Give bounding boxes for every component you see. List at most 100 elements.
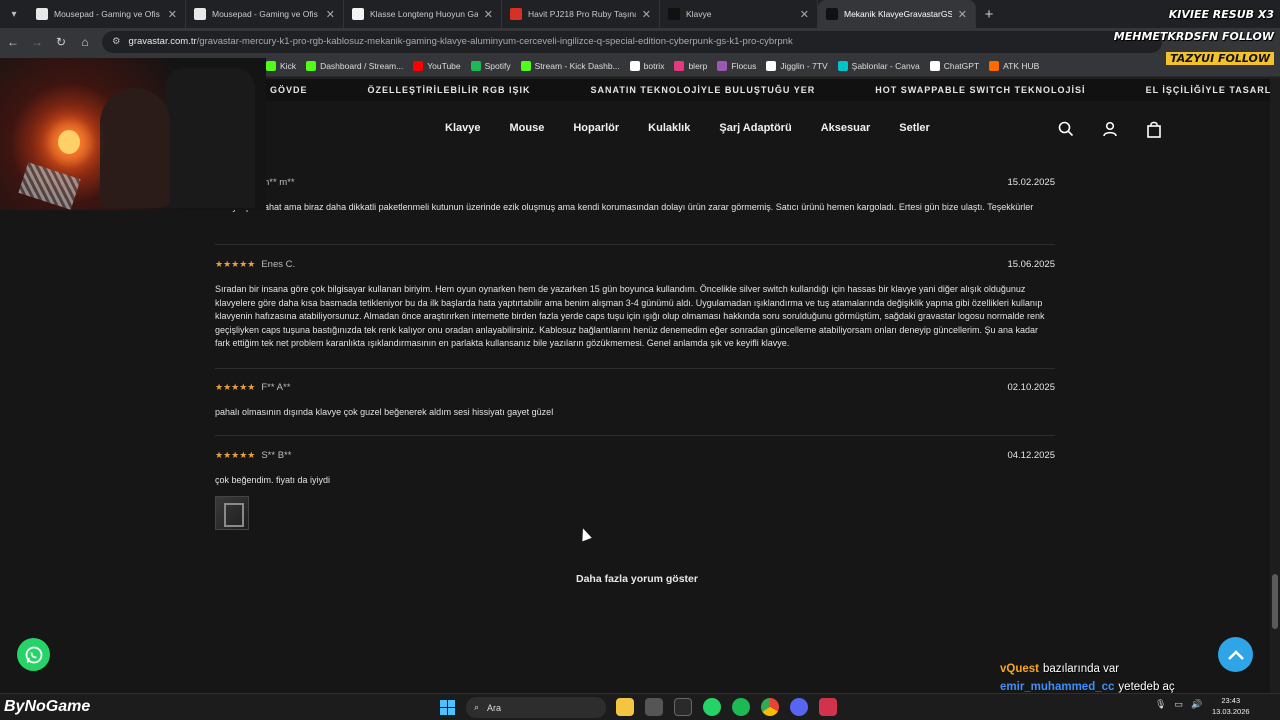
tab-title: Havit PJ218 Pro Ruby Taşınabilir	[528, 9, 636, 19]
close-tab-icon[interactable]: ✕	[958, 8, 967, 21]
scrollbar-thumb[interactable]	[1272, 574, 1278, 629]
close-tab-icon[interactable]: ✕	[484, 8, 493, 21]
bookmark-label: ChatGPT	[943, 60, 980, 71]
browser-tab-bar: ▾ Mousepad - Gaming ve Ofis Mo✕Mousepad …	[0, 0, 1280, 28]
scroll-to-top-button[interactable]	[1218, 637, 1253, 672]
tab-title: Mekanik KlavyeGravastarGS-K1	[844, 9, 952, 19]
nav-link[interactable]: Aksesuar	[821, 122, 871, 134]
show-more-reviews-button[interactable]: Daha fazla yorum göster	[576, 573, 698, 585]
url-path: /gravastar-mercury-k1-pro-rgb-kablosuz-m…	[196, 36, 793, 47]
windows-start-icon[interactable]	[440, 700, 455, 715]
nav-link[interactable]: Mouse	[509, 122, 544, 134]
tab-favicon-icon	[36, 8, 48, 20]
tab-title: Mousepad - Gaming ve Ofis Mo	[54, 9, 162, 19]
nav-link[interactable]: Klavye	[445, 122, 480, 134]
pinned-app-icon[interactable]	[819, 698, 837, 716]
bookmark-item[interactable]: Dashboard / Stream...	[306, 60, 403, 71]
main-nav: Klavye Mouse Hoparlör Kulaklık Şarj Adaptörü…	[445, 122, 930, 134]
bookmark-item[interactable]: ATK HUB	[989, 60, 1040, 71]
address-bar[interactable]: ⚙ gravastar.com.tr/gravastar-mercury-k1-…	[102, 30, 1162, 53]
nav-link[interactable]: Kulaklık	[648, 122, 690, 134]
bookmark-item[interactable]: ChatGPT	[929, 60, 980, 71]
bookmark-item[interactable]: Flocus	[717, 60, 757, 71]
cart-icon[interactable]	[1146, 121, 1164, 139]
review-date: 04.12.2025	[1007, 450, 1055, 461]
whatsapp-chat-button[interactable]	[17, 638, 50, 671]
nav-link[interactable]: Setler	[899, 122, 930, 134]
tab-favicon-icon	[826, 8, 838, 20]
nav-link[interactable]: Hoparlör	[573, 122, 619, 134]
volume-icon[interactable]: 🔊	[1191, 699, 1202, 710]
bookmark-label: botrix	[643, 60, 665, 71]
review-photo-thumbnail[interactable]	[215, 495, 249, 530]
reload-icon[interactable]: ↻	[54, 35, 68, 49]
account-icon[interactable]	[1102, 121, 1120, 139]
obs-app-icon[interactable]	[674, 698, 692, 716]
stream-tag: MEHMETKRDSFN FOLLOW	[1113, 30, 1274, 43]
reviews-section: ★★★★★ m** m** 15.02.2025 Klavye çok rahat…	[0, 163, 1270, 693]
lamp-light	[58, 130, 80, 154]
browser-tab[interactable]: Mousepad - Gaming ve Ofis Mo ✕	[28, 0, 186, 28]
chevron-up-icon	[1227, 649, 1244, 660]
bookmark-item[interactable]: Şablonlar - Canva	[837, 60, 920, 71]
bookmark-favicon-icon	[837, 60, 848, 71]
review-item: ★★★★★ F** A** 02.10.2025 pahalı olmasının…	[215, 382, 1055, 436]
review-date: 15.02.2025	[1007, 177, 1055, 188]
bookmark-item[interactable]: Stream - Kick Dashb...	[520, 60, 620, 71]
search-icon[interactable]	[1058, 121, 1076, 139]
page-scrollbar[interactable]	[1270, 79, 1280, 693]
microphone-icon[interactable]: 🎙	[1155, 699, 1166, 710]
taskbar-clock[interactable]: 23:43 13.03.2026	[1212, 695, 1250, 717]
tab-search-button[interactable]: ▾	[0, 0, 28, 28]
discord-app-icon[interactable]	[790, 698, 808, 716]
browser-tab[interactable]: Mousepad - Gaming ve Ofis Mo ✕	[186, 0, 344, 28]
gaming-chair	[165, 68, 255, 208]
home-icon[interactable]: ⌂	[78, 35, 92, 49]
nav-link[interactable]: Şarj Adaptörü	[719, 122, 791, 134]
spotify-app-icon[interactable]	[732, 698, 750, 716]
browser-tab[interactable]: Mekanik KlavyeGravastarGS-K1 ✕	[818, 0, 976, 28]
streamer	[100, 88, 170, 208]
bookmark-favicon-icon	[413, 60, 424, 71]
review-item: ★★★★★ Enes C. 15.06.2025 Sıradan bir insa…	[215, 259, 1055, 369]
bookmark-label: Flocus	[731, 60, 757, 71]
stream-tag: KIVIEE RESUB X3	[1168, 8, 1274, 21]
screen: ▾ Mousepad - Gaming ve Ofis Mo✕Mousepad …	[0, 0, 1280, 720]
chrome-app-icon[interactable]	[761, 698, 779, 716]
back-arrow-icon[interactable]: ←	[6, 35, 20, 49]
pinned-apps	[616, 698, 837, 716]
bookmark-item[interactable]: Kick	[266, 60, 296, 71]
browser-tab[interactable]: Havit PJ218 Pro Ruby Taşınabilir ✕	[502, 0, 660, 28]
file-explorer-icon[interactable]	[616, 698, 634, 716]
close-tab-icon[interactable]: ✕	[168, 8, 177, 21]
whatsapp-app-icon[interactable]	[703, 698, 721, 716]
browser-tab[interactable]: Klavye ✕	[660, 0, 818, 28]
network-icon[interactable]: ▭	[1174, 699, 1183, 710]
bookmark-label: ATK HUB	[1003, 60, 1040, 71]
stream-alert-tags: KIVIEE RESUB X3 MEHMETKRDSFN FOLLOW TAZY…	[1114, 4, 1274, 70]
close-tab-icon[interactable]: ✕	[326, 8, 335, 21]
bookmark-item[interactable]: Jigglin - 7TV	[766, 60, 828, 71]
bookmark-label: Stream - Kick Dashb...	[534, 60, 620, 71]
marquee-item: SANATIN TEKNOLOJİYLE BULUŞTUĞU YER	[590, 85, 816, 95]
review-author: Enes C.	[261, 259, 296, 270]
taskbar-search[interactable]: ⌕ Ara	[466, 697, 606, 718]
close-tab-icon[interactable]: ✕	[800, 8, 809, 21]
browser-tab[interactable]: Klasse Longteng Huoyun Gamin ✕	[344, 0, 502, 28]
review-text: çok beğendim. fiyatı da iyiydi	[215, 475, 331, 485]
bookmark-item[interactable]: blerp	[674, 60, 707, 71]
clock-time: 23:43	[1221, 696, 1241, 705]
bookmark-item[interactable]: Spotify	[470, 60, 511, 71]
forward-arrow-icon[interactable]: →	[30, 35, 44, 49]
bookmark-favicon-icon	[717, 60, 728, 71]
chat-username: emir_muhammed_cc	[1000, 681, 1115, 693]
keyboard-prop	[18, 162, 81, 210]
close-tab-icon[interactable]: ✕	[642, 8, 651, 21]
site-info-icon[interactable]: ⚙	[112, 36, 121, 47]
bookmark-item[interactable]: botrix	[629, 60, 665, 71]
bookmark-item[interactable]: YouTube	[413, 60, 461, 71]
tab-title: Klasse Longteng Huoyun Gamin	[370, 9, 478, 19]
new-tab-button[interactable]: +	[976, 0, 1002, 28]
windows-taskbar: ByNoGame ⌕ Ara 🎙 ▭ 🔊 23:43 13.03.2026	[0, 693, 1280, 720]
settings-app-icon[interactable]	[645, 698, 663, 716]
